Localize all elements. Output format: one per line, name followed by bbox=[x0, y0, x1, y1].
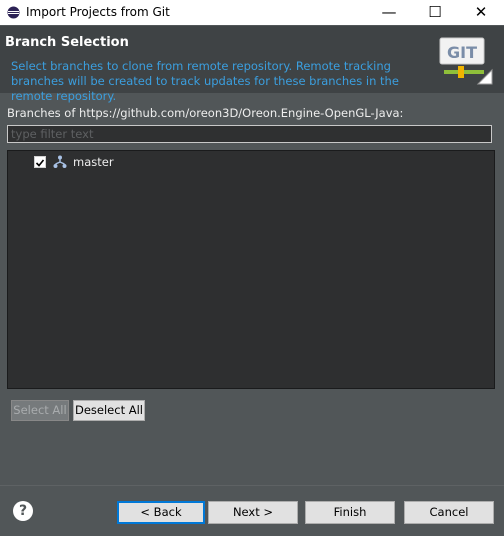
branch-label: master bbox=[73, 155, 114, 169]
branch-icon bbox=[53, 155, 67, 168]
page-title: Branch Selection bbox=[5, 35, 129, 50]
title-bar: Import Projects from Git — ☐ ✕ bbox=[0, 0, 504, 25]
help-icon[interactable]: ? bbox=[13, 501, 33, 521]
finish-button[interactable]: Finish bbox=[305, 501, 395, 524]
branch-tree[interactable]: master bbox=[7, 150, 495, 389]
select-all-button[interactable]: Select All bbox=[11, 400, 69, 421]
page-description: Select branches to clone from remote rep… bbox=[11, 59, 399, 103]
branches-label: Branches of https://github.com/oreon3D/O… bbox=[7, 106, 404, 120]
maximize-button[interactable]: ☐ bbox=[412, 0, 458, 25]
git-logo-text: GIT bbox=[447, 43, 477, 62]
next-button[interactable]: Next > bbox=[208, 501, 298, 524]
eclipse-icon bbox=[7, 6, 20, 19]
deselect-all-button[interactable]: Deselect All bbox=[73, 400, 145, 421]
back-button[interactable]: < Back bbox=[117, 501, 205, 524]
filter-input[interactable]: type filter text bbox=[7, 125, 492, 143]
window-title: Import Projects from Git bbox=[26, 5, 170, 19]
import-dialog: Import Projects from Git — ☐ ✕ Branch Se… bbox=[0, 0, 504, 536]
git-logo-icon: GIT bbox=[439, 37, 493, 85]
close-button[interactable]: ✕ bbox=[458, 0, 504, 25]
checkmark-icon bbox=[35, 159, 45, 167]
branch-checkbox[interactable] bbox=[34, 156, 46, 168]
minimize-button[interactable]: — bbox=[366, 0, 412, 25]
wizard-banner: Branch Selection Select branches to clon… bbox=[0, 26, 504, 103]
cancel-button[interactable]: Cancel bbox=[404, 501, 494, 524]
